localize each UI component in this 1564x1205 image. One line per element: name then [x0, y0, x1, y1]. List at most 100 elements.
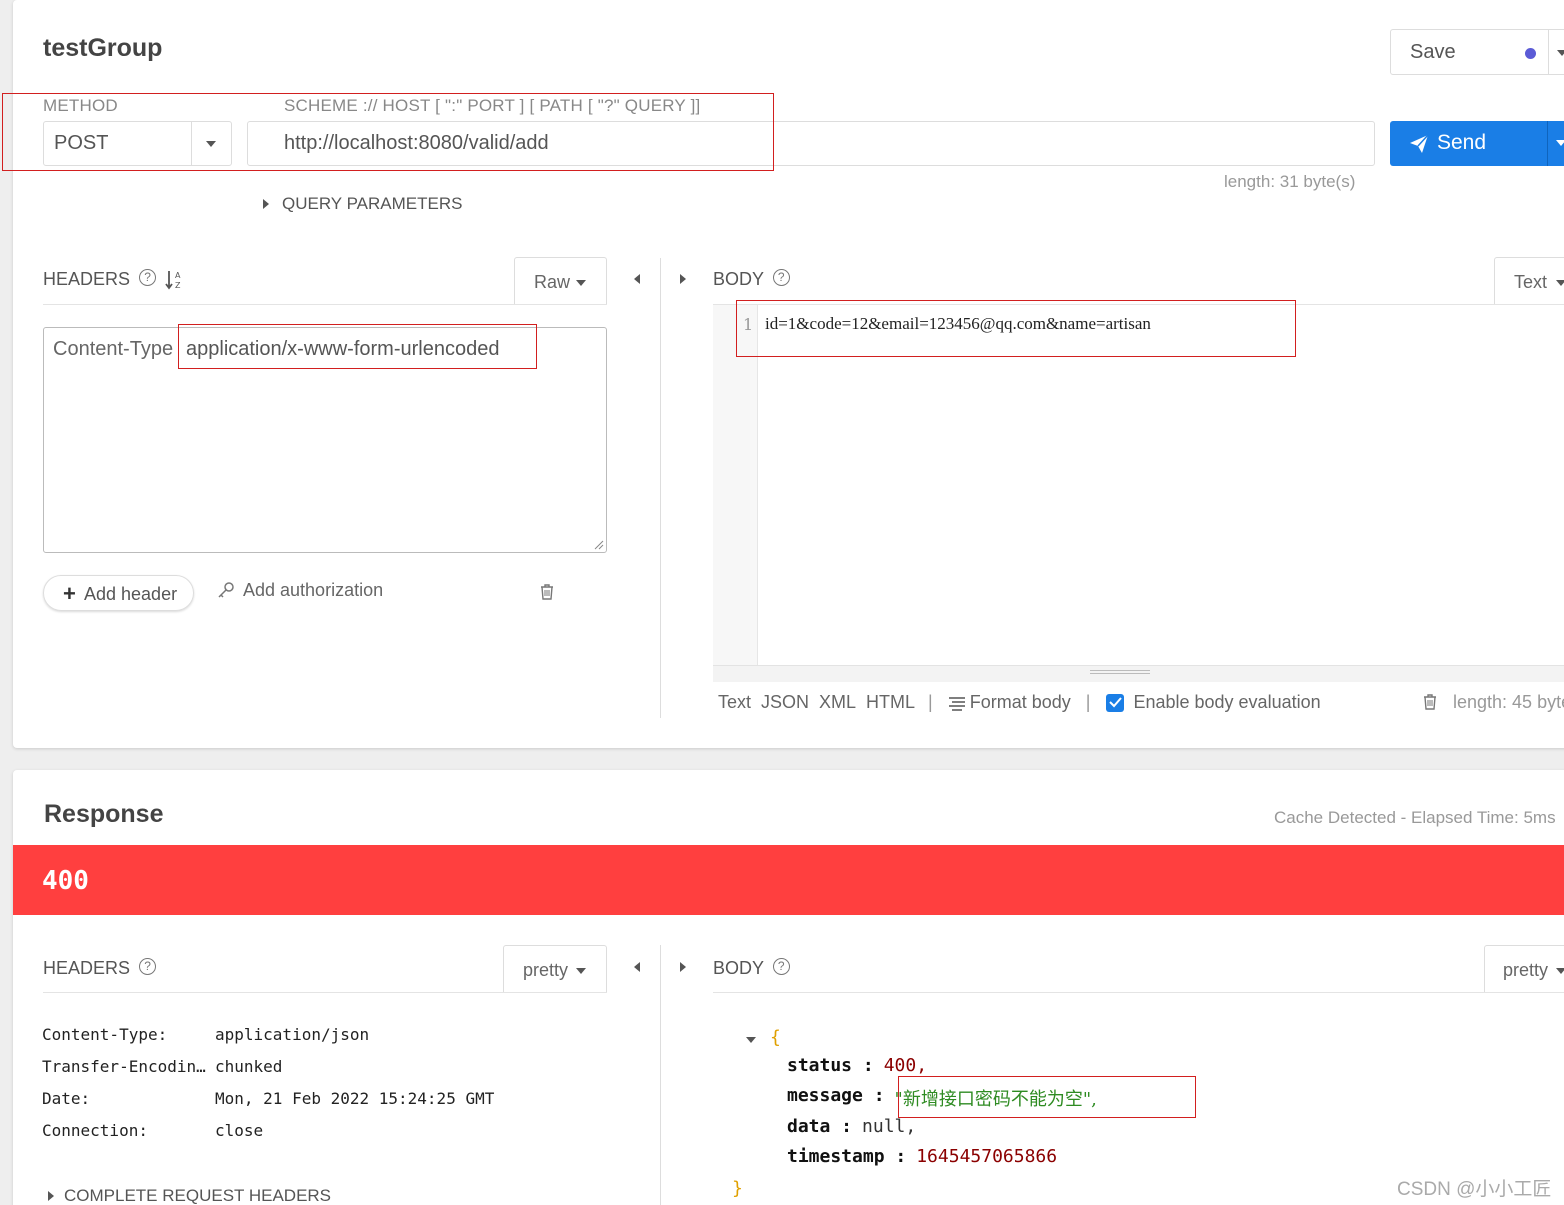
plus-icon: +: [63, 581, 76, 606]
chevron-down-icon: [1556, 280, 1564, 286]
trash-icon[interactable]: [1423, 694, 1437, 710]
json-close-brace: }: [732, 1178, 743, 1199]
sort-icon[interactable]: A Z: [165, 269, 185, 291]
send-dropdown-icon[interactable]: [1556, 140, 1564, 146]
format-json-link[interactable]: JSON: [761, 692, 809, 713]
response-body-text: BODY: [713, 958, 764, 978]
json-value: 400,: [883, 1055, 928, 1076]
resize-handle-icon[interactable]: [592, 538, 604, 550]
request-panel: testGroup Save METHOD POST SCHEME :// HO…: [13, 0, 1564, 748]
collapse-left-icon[interactable]: [634, 962, 640, 972]
check-icon: [1109, 697, 1122, 708]
collapse-json-icon[interactable]: [746, 1037, 756, 1043]
collapse-left-icon[interactable]: [634, 274, 640, 284]
json-key: status :: [787, 1055, 874, 1076]
body-toolbar: Text JSON XML HTML | Format body | Enabl…: [718, 692, 1321, 713]
request-title: testGroup: [43, 34, 163, 62]
save-dropdown-icon[interactable]: [1557, 50, 1564, 56]
body-mode-value: pretty: [1503, 960, 1549, 980]
complete-request-headers-toggle[interactable]: COMPLETE REQUEST HEADERS: [48, 1186, 331, 1205]
json-value: "新增接口密码不能为空",: [894, 1089, 1097, 1110]
query-parameters-label: QUERY PARAMETERS: [282, 194, 463, 213]
headers-mode-select[interactable]: Raw: [514, 257, 607, 305]
method-dropdown-icon: [206, 141, 216, 147]
response-headers-mode-select[interactable]: pretty: [503, 945, 607, 993]
svg-text:Z: Z: [175, 281, 181, 290]
toolbar-separator: |: [928, 692, 933, 712]
json-row-data: data : null,: [787, 1116, 916, 1137]
format-xml-link[interactable]: XML: [819, 692, 856, 713]
body-mode-value: Text: [1514, 272, 1548, 292]
headers-mode-value: pretty: [523, 960, 569, 980]
json-open-brace: {: [770, 1027, 781, 1048]
header-row: Date: Mon, 21 Feb 2022 15:24:25 GMT: [42, 1083, 494, 1115]
add-header-button[interactable]: + Add header: [43, 575, 194, 611]
enable-eval-checkbox[interactable]: [1106, 693, 1125, 712]
json-row-status: status : 400,: [787, 1055, 927, 1076]
request-headers-text: HEADERS: [43, 269, 131, 289]
method-select[interactable]: POST: [43, 121, 232, 166]
method-label: METHOD: [43, 96, 118, 115]
help-icon[interactable]: ?: [139, 269, 157, 286]
complete-request-headers-label: COMPLETE REQUEST HEADERS: [64, 1186, 332, 1205]
add-authorization-button[interactable]: Add authorization: [217, 580, 383, 601]
header-key: Content-Type:: [42, 1025, 168, 1044]
header-key: Content-Type: [53, 338, 174, 360]
status-code: 400: [42, 866, 89, 896]
body-editor[interactable]: 1 id=1&code=12&email=123456@qq.com&name=…: [713, 305, 1564, 682]
editor-resize-bar[interactable]: [713, 665, 1564, 682]
line-number: 1: [743, 315, 754, 334]
svg-text:A: A: [175, 271, 181, 280]
headers-textarea[interactable]: Content-Type application/x-www-form-urle…: [43, 327, 607, 553]
elapsed-time: Cache Detected - Elapsed Time: 5ms: [1274, 808, 1556, 827]
header-key: Connection:: [42, 1121, 148, 1140]
header-key: Date:: [42, 1089, 91, 1108]
headers-mode-value: Raw: [534, 272, 571, 292]
trash-icon[interactable]: [540, 584, 554, 600]
json-value: null,: [862, 1116, 917, 1137]
chevron-down-icon: [1556, 968, 1564, 974]
format-body-button[interactable]: Format body: [970, 692, 1071, 713]
request-headers-label: HEADERS ? A Z: [43, 269, 185, 291]
json-row-timestamp: timestamp : 1645457065866: [787, 1146, 1057, 1167]
line-gutter: [713, 305, 758, 665]
help-icon[interactable]: ?: [772, 958, 790, 975]
url-input[interactable]: http://localhost:8080/valid/add: [247, 121, 1375, 166]
json-row-message: message : "新增接口密码不能为空",: [787, 1085, 1097, 1111]
format-html-link[interactable]: HTML: [866, 692, 915, 713]
format-lines-icon: [948, 696, 965, 711]
status-bar: 400: [13, 845, 1564, 915]
help-icon[interactable]: ?: [139, 958, 157, 975]
expand-icon: [48, 1191, 54, 1201]
response-headers-list: Content-Type: application/json Transfer-E…: [42, 1019, 494, 1147]
body-mode-select[interactable]: Text: [1494, 257, 1564, 305]
expand-icon: [263, 199, 269, 209]
header-value: close: [215, 1121, 264, 1140]
chevron-down-icon: [576, 968, 586, 974]
save-button[interactable]: Save: [1390, 29, 1564, 75]
header-row: Transfer-Encodin… chunked: [42, 1051, 494, 1083]
response-body-mode-select[interactable]: pretty: [1484, 945, 1564, 993]
header-value: application/x-www-form-urlencoded: [186, 338, 500, 360]
body-length: length: 45 byte: [1453, 692, 1564, 712]
response-body-label: BODY ?: [713, 958, 790, 979]
query-parameters-toggle[interactable]: QUERY PARAMETERS: [263, 194, 462, 214]
format-text-link[interactable]: Text: [718, 692, 751, 713]
chevron-down-icon: [576, 280, 586, 286]
collapse-right-icon[interactable]: [680, 962, 686, 972]
collapse-right-icon[interactable]: [680, 274, 686, 284]
send-button[interactable]: Send: [1390, 121, 1564, 166]
url-length: length: 31 byte(s): [1224, 172, 1356, 191]
key-icon: [218, 581, 234, 598]
response-title: Response: [44, 800, 164, 828]
unsaved-dot-icon: [1525, 48, 1536, 59]
toolbar-separator: |: [1085, 692, 1091, 712]
response-panel: Response Cache Detected - Elapsed Time: …: [13, 770, 1564, 1205]
header-row: Content-Type: application/json: [42, 1019, 494, 1051]
header-row: Connection: close: [42, 1115, 494, 1147]
header-value: application/json: [215, 1025, 370, 1044]
help-icon[interactable]: ?: [772, 269, 790, 286]
url-label: SCHEME :// HOST [ ":" PORT ] [ PATH [ "?…: [284, 96, 701, 115]
method-value: POST: [54, 132, 109, 154]
save-button-label: Save: [1410, 41, 1456, 63]
